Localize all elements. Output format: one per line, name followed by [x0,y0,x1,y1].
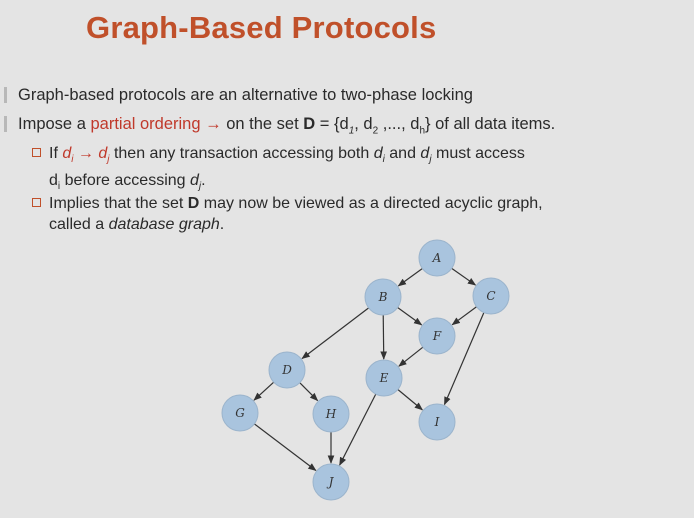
graph-edge-F-E [398,346,424,367]
graph-node-F: F [418,317,456,355]
graph-edge-D-H [299,382,319,402]
graph-node-label: C [486,289,495,303]
graph-edge-B-D [301,307,370,360]
graph-edge-C-F [451,306,477,326]
graph-node-E: E [365,359,403,397]
graph-edge-E-I [397,389,424,411]
graph-node-B: B [364,278,402,316]
graph-node-label: A [432,251,442,265]
graph-node-D: D [268,351,306,389]
graph-edge-B-E [380,314,388,360]
graph-node-A: A [418,239,456,277]
graph-node-label: B [378,290,388,304]
graph-node-G: G [221,394,259,432]
graph-node-label: H [325,407,337,421]
graph-node-label: F [432,329,442,343]
graph-node-label: G [235,406,245,420]
graph-node-J: J [312,463,350,501]
graph-edge-G-J [253,423,317,472]
graph-edge-D-G [253,381,275,401]
graph-node-I: I [418,403,456,441]
graph-node-C: C [472,277,510,315]
graph-node-label: E [379,371,389,385]
graph-edge-A-C [451,267,477,286]
graph-edge-B-F [397,307,423,326]
slide: Graph-Based Protocols Graph-based protoc… [0,0,694,518]
database-graph: A B C D E F G H I J [221,239,510,501]
graph-edge-A-B [397,268,423,287]
graph-node-label: D [281,363,292,377]
graph-node-label: I [434,415,440,429]
graph-node-H: H [312,395,350,433]
